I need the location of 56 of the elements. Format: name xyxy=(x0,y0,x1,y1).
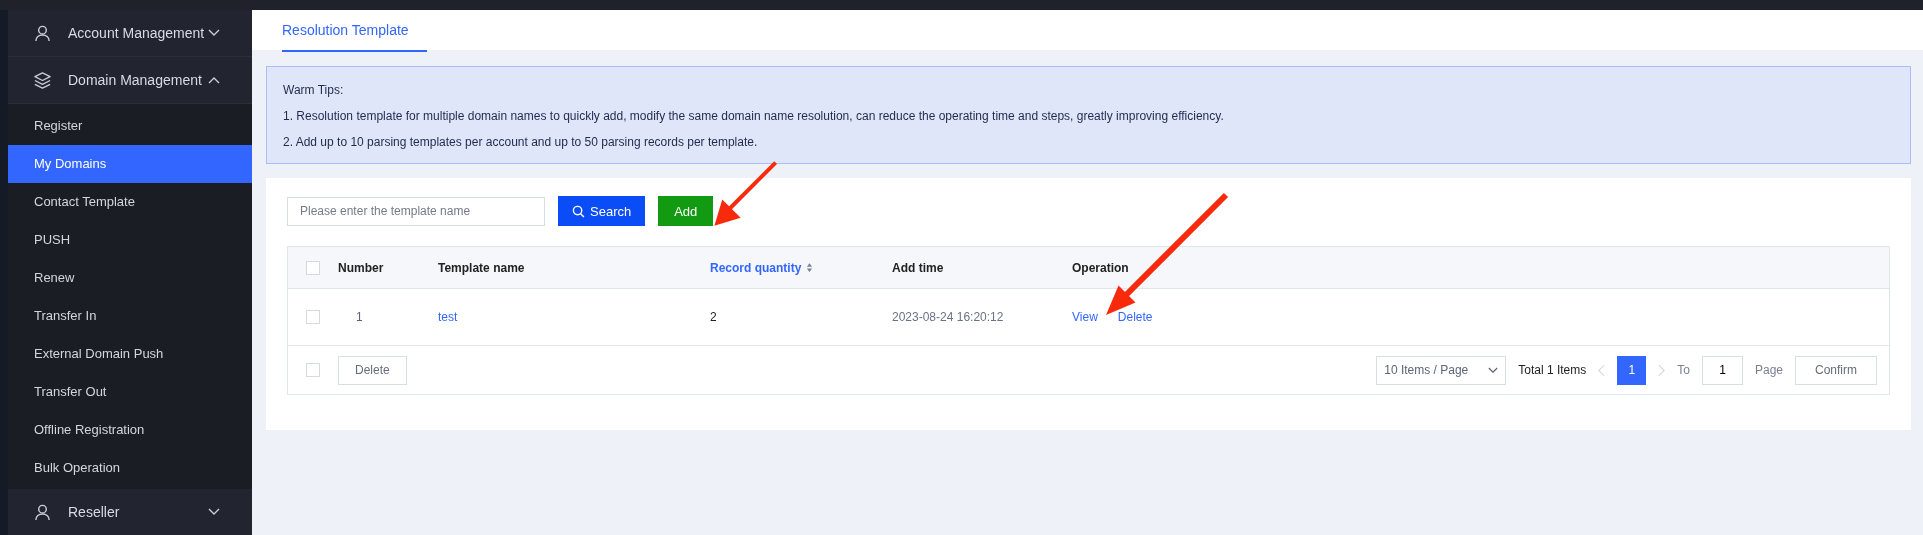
page-label: Page xyxy=(1754,363,1783,377)
sort-icon[interactable] xyxy=(806,262,814,273)
checkbox[interactable] xyxy=(306,260,320,275)
menu-item[interactable]: Transfer Out xyxy=(8,373,252,411)
search-button[interactable]: Search xyxy=(558,196,646,226)
chevron-right-icon[interactable] xyxy=(1658,363,1666,377)
chevron-down-icon xyxy=(208,29,220,37)
menu-item[interactable]: External Domain Push xyxy=(8,335,252,373)
user-icon xyxy=(33,23,52,43)
menu-group-label: Account Management xyxy=(68,25,206,41)
delete-button[interactable]: Delete xyxy=(338,355,407,385)
column-header: Template name xyxy=(438,260,525,275)
column-header: Add time xyxy=(892,260,944,275)
column-header: Record quantity xyxy=(710,260,802,275)
total-label: Total 1 Items xyxy=(1518,363,1587,377)
menu-group-label: Reseller xyxy=(68,504,121,520)
menu-item[interactable]: Renew xyxy=(8,259,252,297)
search-icon xyxy=(572,204,585,218)
action-link[interactable]: Delete xyxy=(1117,310,1153,324)
menu-group[interactable]: Account Management xyxy=(8,10,252,57)
layers-icon xyxy=(33,70,52,90)
chevron-left-icon[interactable] xyxy=(1598,363,1606,377)
menu-group[interactable]: Reseller xyxy=(8,489,252,535)
chevron-down-icon xyxy=(1488,366,1499,374)
menu-item[interactable]: PUSH xyxy=(8,221,252,259)
add-button[interactable]: Add xyxy=(658,196,714,226)
checkbox[interactable] xyxy=(306,363,320,377)
tip-text: 1. Resolution template for multiple domain names to quickly add, modify the same domain name resolution, can reduce the operating time and steps, greatly improving efficiency. xyxy=(283,108,1225,125)
menu-item[interactable]: Transfer In xyxy=(8,297,252,335)
menu-group[interactable]: Domain Management xyxy=(8,57,252,104)
confirm-button[interactable]: Confirm xyxy=(1795,355,1877,385)
menu-group-label: Domain Management xyxy=(68,72,203,88)
checkbox[interactable] xyxy=(306,310,320,324)
menu-item[interactable]: Register xyxy=(8,107,252,145)
chevron-up-icon xyxy=(208,76,220,84)
menu-item[interactable]: Bulk Operation xyxy=(8,449,252,487)
page-button[interactable]: 1 xyxy=(1617,355,1647,385)
column-header: Operation xyxy=(1072,260,1129,275)
tip-text: 2. Add up to 10 parsing templates per account and up to 50 parsing records per template. xyxy=(283,134,759,151)
table-cell: 2023-08-24 16:20:12 xyxy=(892,310,1004,324)
table-cell: 2 xyxy=(710,310,717,324)
search-field[interactable]: Please enter the template name xyxy=(287,196,545,226)
user-icon xyxy=(33,502,52,522)
chevron-down-icon xyxy=(208,508,220,516)
menu-item[interactable]: My Domains xyxy=(8,145,252,183)
page-size-select[interactable]: 10 Items / Page xyxy=(1376,355,1507,385)
column-header: Number xyxy=(338,260,384,275)
menu-item[interactable]: Offline Registration xyxy=(8,411,252,449)
to-label: To xyxy=(1677,363,1690,377)
table-cell-text: 1 xyxy=(355,310,363,324)
page-input[interactable]: 1 xyxy=(1701,355,1743,385)
menu-item[interactable]: Contact Template xyxy=(8,183,252,221)
action-link[interactable]: View xyxy=(1072,310,1098,324)
tab[interactable]: Resolution Template xyxy=(282,10,427,52)
template-link[interactable]: test xyxy=(438,310,458,324)
tips-title: Warm Tips: xyxy=(283,82,345,99)
